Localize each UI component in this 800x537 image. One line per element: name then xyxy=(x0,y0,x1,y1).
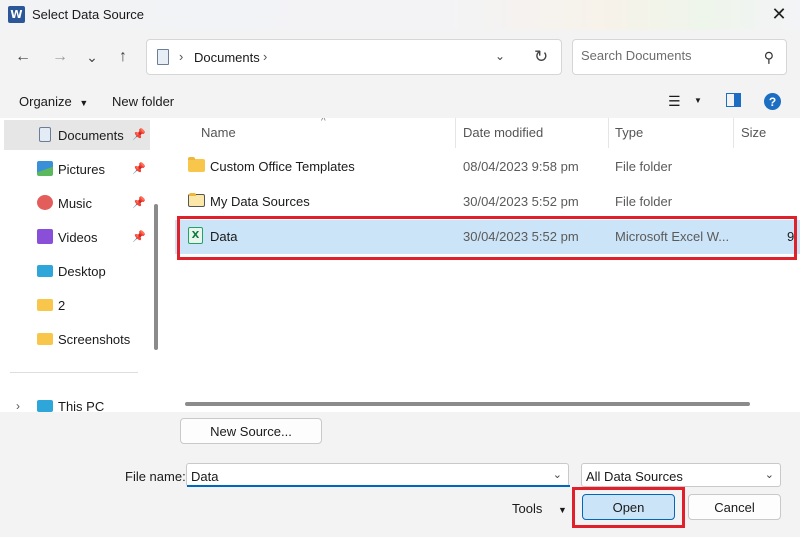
file-type-filter-select[interactable]: All Data Sources ⌄ xyxy=(581,463,781,487)
file-name-input[interactable]: Data xyxy=(191,469,218,484)
column-header-size[interactable]: Size xyxy=(741,118,766,148)
sidebar-divider xyxy=(10,372,138,373)
column-separator[interactable] xyxy=(455,118,456,148)
caret-down-icon: ▼ xyxy=(79,98,89,108)
music-icon xyxy=(37,195,53,210)
file-type: File folder xyxy=(615,159,673,174)
chevron-right-icon[interactable]: › xyxy=(179,49,183,64)
sidebar-item-label: Videos xyxy=(58,230,98,245)
folder-icon xyxy=(37,333,53,345)
computer-icon xyxy=(37,400,53,412)
file-name-combobox[interactable]: Data ⌄ xyxy=(186,463,570,487)
sidebar-scrollbar[interactable] xyxy=(154,204,158,350)
forward-arrow-icon[interactable]: → xyxy=(48,45,72,69)
videos-icon xyxy=(37,229,53,244)
sidebar-item-label: Music xyxy=(58,196,92,211)
navigation-bar: ← → ⌄ ↑ › Documents › ⌄ ↻ ⚲ xyxy=(0,30,800,84)
sort-ascending-icon: ^ xyxy=(321,118,326,127)
annotation-highlight-open-button xyxy=(572,487,685,528)
search-icon[interactable]: ⚲ xyxy=(764,49,774,66)
sidebar-item-music[interactable]: Music 📌 xyxy=(4,188,150,218)
view-list-icon[interactable]: ☰ xyxy=(668,93,681,110)
sidebar-item-desktop[interactable]: Desktop xyxy=(4,256,150,286)
new-source-button[interactable]: New Source... xyxy=(180,418,322,444)
column-header-type[interactable]: Type xyxy=(615,118,643,148)
file-list: ^ Name Date modified Type Size Custom Of… xyxy=(165,118,800,412)
sidebar-item-videos[interactable]: Videos 📌 xyxy=(4,222,150,252)
column-header-name[interactable]: Name xyxy=(201,118,236,148)
file-type-filter-value: All Data Sources xyxy=(586,469,683,484)
tools-button[interactable]: Tools ▼ xyxy=(512,501,567,516)
column-header-date-modified[interactable]: Date modified xyxy=(463,118,543,148)
documents-icon xyxy=(39,127,51,142)
sidebar-item-this-pc[interactable]: › This PC xyxy=(4,391,150,412)
refresh-icon[interactable]: ↻ xyxy=(534,47,548,67)
navigation-pane: Documents 📌 Pictures 📌 Music 📌 Videos 📌 … xyxy=(0,118,163,412)
horizontal-scrollbar[interactable] xyxy=(185,402,750,406)
sidebar-item-label: Desktop xyxy=(58,264,106,279)
chevron-down-icon[interactable]: ⌄ xyxy=(553,468,562,481)
organize-label: Organize xyxy=(19,94,72,109)
document-icon xyxy=(157,49,169,65)
sidebar-item-documents[interactable]: Documents 📌 xyxy=(4,120,150,150)
new-folder-button[interactable]: New folder xyxy=(112,94,174,109)
word-app-icon: W xyxy=(8,6,25,23)
search-input[interactable] xyxy=(581,48,751,63)
close-icon[interactable]: ✕ xyxy=(768,3,790,25)
window-title: Select Data Source xyxy=(32,7,145,22)
folder-icon xyxy=(188,157,205,172)
sidebar-item-2[interactable]: 2 xyxy=(4,290,150,320)
sidebar-item-label: Pictures xyxy=(58,162,105,177)
file-name: My Data Sources xyxy=(210,194,310,209)
pin-icon[interactable]: 📌 xyxy=(132,230,146,243)
focus-underline xyxy=(187,485,570,487)
file-name: Custom Office Templates xyxy=(210,159,355,174)
help-icon[interactable]: ? xyxy=(764,93,781,110)
file-name-label: File name: xyxy=(125,469,186,484)
annotation-highlight-data-row xyxy=(177,216,797,260)
folder-icon xyxy=(37,299,53,311)
sidebar-item-label: This PC xyxy=(58,399,105,412)
chevron-right-icon[interactable]: › xyxy=(16,399,20,412)
back-arrow-icon[interactable]: ← xyxy=(11,45,35,69)
sidebar-item-label: Screenshots xyxy=(58,332,131,347)
sidebar-item-pictures[interactable]: Pictures 📌 xyxy=(4,154,150,184)
file-date: 08/04/2023 9:58 pm xyxy=(463,159,579,174)
pin-icon[interactable]: 📌 xyxy=(132,196,146,209)
preview-pane-icon[interactable] xyxy=(726,93,741,107)
file-row-custom-office-templates[interactable]: Custom Office Templates 08/04/2023 9:58 … xyxy=(175,150,800,184)
file-row-my-data-sources[interactable]: My Data Sources 30/04/2023 5:52 pm File … xyxy=(175,185,800,219)
sidebar-item-label: Documents xyxy=(58,128,124,143)
column-separator[interactable] xyxy=(608,118,609,148)
file-type: File folder xyxy=(615,194,673,209)
caret-down-icon: ▼ xyxy=(557,505,567,515)
organize-button[interactable]: Organize ▼ xyxy=(19,94,88,109)
desktop-icon xyxy=(37,265,53,277)
tools-label: Tools xyxy=(512,501,543,516)
cancel-button[interactable]: Cancel xyxy=(688,494,781,520)
sidebar-item-label: 2 xyxy=(58,298,66,313)
up-arrow-icon[interactable]: ↑ xyxy=(111,45,135,69)
pin-icon[interactable]: 📌 xyxy=(132,162,146,175)
file-date: 30/04/2023 5:52 pm xyxy=(463,194,579,209)
pictures-icon xyxy=(37,161,53,176)
view-options-caret-icon[interactable]: ▼ xyxy=(694,96,702,105)
sidebar-item-screenshots[interactable]: Screenshots xyxy=(4,324,150,354)
data-sources-folder-icon xyxy=(188,193,205,207)
column-separator[interactable] xyxy=(733,118,734,148)
pin-icon[interactable]: 📌 xyxy=(132,128,146,141)
address-bar[interactable]: › Documents › ⌄ ↻ xyxy=(146,39,562,75)
chevron-right-icon[interactable]: › xyxy=(263,49,267,64)
command-bar: Organize ▼ New folder ☰ ▼ ? xyxy=(0,84,800,118)
address-dropdown-chevron-icon[interactable]: ⌄ xyxy=(495,49,505,63)
recent-locations-chevron-icon[interactable]: ⌄ xyxy=(80,45,104,69)
chevron-down-icon[interactable]: ⌄ xyxy=(765,468,774,481)
title-bar: W Select Data Source ✕ xyxy=(0,0,800,30)
search-box[interactable]: ⚲ xyxy=(572,39,787,75)
breadcrumb-documents[interactable]: Documents xyxy=(194,50,260,65)
